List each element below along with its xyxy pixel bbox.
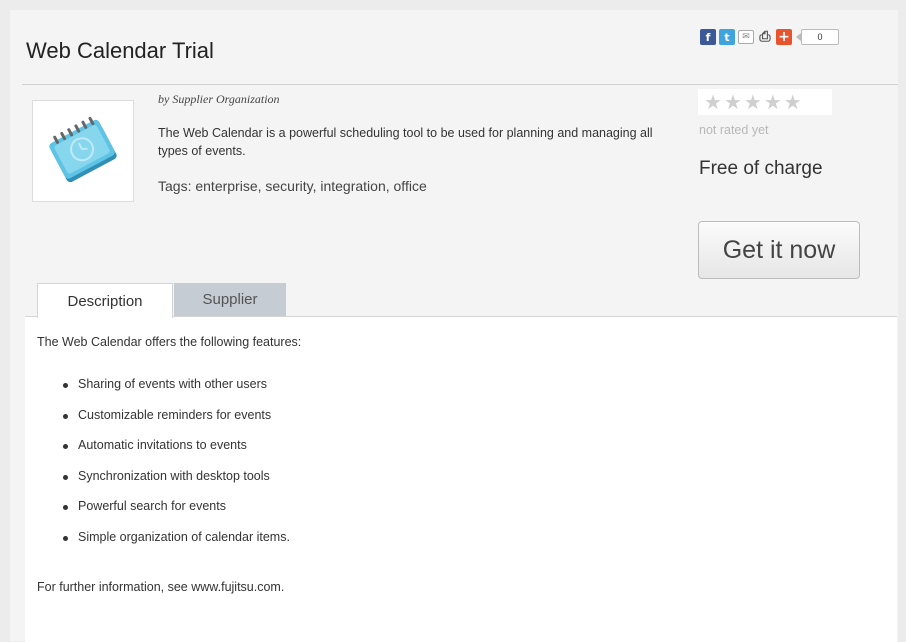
star-icon[interactable]: ★ xyxy=(724,92,742,112)
list-item: Powerful search for events xyxy=(37,499,290,530)
supplier-byline: by Supplier Organization xyxy=(158,92,280,106)
product-description: The Web Calendar is a powerful schedulin… xyxy=(158,126,653,158)
list-item: Customizable reminders for events xyxy=(37,408,290,439)
list-item: Simple organization of calendar items. xyxy=(37,530,290,561)
addthis-plus-icon[interactable]: + xyxy=(776,29,792,45)
app-icon-frame xyxy=(32,100,134,202)
star-icon[interactable]: ★ xyxy=(744,92,762,112)
print-icon[interactable]: ⎙ xyxy=(757,29,773,45)
star-icon[interactable]: ★ xyxy=(704,92,722,112)
tab-content-panel: The Web Calendar offers the following fe… xyxy=(25,316,897,642)
page-title: Web Calendar Trial xyxy=(26,38,214,63)
bullet-icon xyxy=(63,444,68,449)
further-info-text: For further information, see www.fujitsu… xyxy=(37,580,285,594)
share-count-badge: 0 xyxy=(796,29,839,45)
bullet-icon xyxy=(63,535,68,541)
get-it-now-button[interactable]: Get it now xyxy=(698,221,860,279)
rating-status: not rated yet xyxy=(699,123,769,137)
bullet-icon xyxy=(63,505,68,510)
star-icon[interactable]: ★ xyxy=(764,92,782,112)
star-icon[interactable]: ★ xyxy=(784,92,802,112)
title-divider xyxy=(22,84,898,85)
twitter-icon[interactable]: t xyxy=(719,29,735,45)
bullet-icon xyxy=(63,383,68,388)
product-tags: Tags: enterprise, security, integration,… xyxy=(158,178,427,194)
tab-supplier[interactable]: Supplier xyxy=(174,283,286,316)
calendar-app-icon xyxy=(49,116,117,183)
price-label: Free of charge xyxy=(699,158,823,179)
list-item: Synchronization with desktop tools xyxy=(37,469,290,500)
bullet-icon xyxy=(63,413,68,419)
rating-stars[interactable]: ★ ★ ★ ★ ★ xyxy=(698,89,832,115)
list-item: Automatic invitations to events xyxy=(37,438,290,469)
list-item: Sharing of events with other users xyxy=(37,377,290,408)
email-icon[interactable]: ✉ xyxy=(738,30,754,44)
tab-description[interactable]: Description xyxy=(37,283,173,318)
features-intro: The Web Calendar offers the following fe… xyxy=(37,335,302,349)
share-bar: f t ✉ ⎙ + 0 xyxy=(700,28,839,46)
bullet-icon xyxy=(63,474,68,480)
facebook-icon[interactable]: f xyxy=(700,29,716,45)
feature-list: Sharing of events with other users Custo… xyxy=(37,377,290,560)
